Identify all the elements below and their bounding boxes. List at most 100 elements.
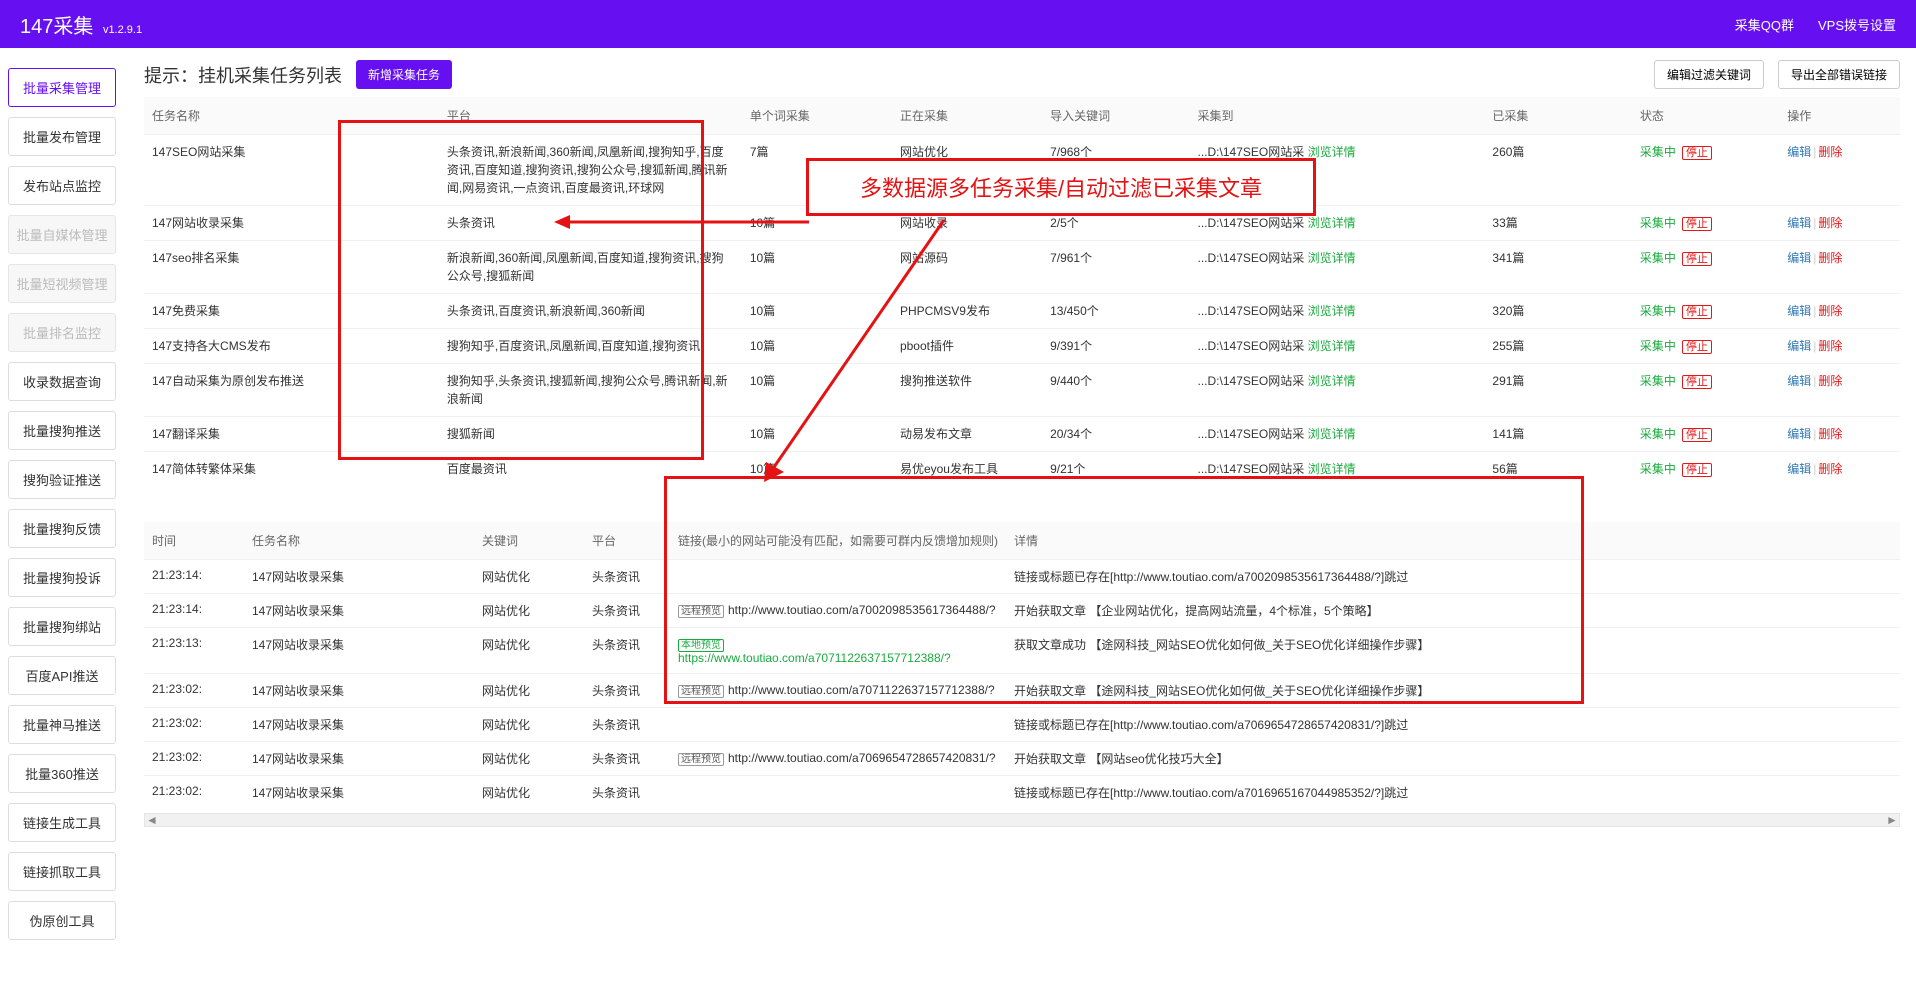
col-log-kw: 关键词 [474, 522, 584, 560]
scroll-left-icon[interactable]: ◄ [145, 814, 159, 826]
log-table: 时间 任务名称 关键词 平台 链接(最小的网站可能没有匹配，如需要可群内反馈增加… [144, 522, 1900, 809]
stop-button[interactable]: 停止 [1682, 217, 1712, 231]
cell-log-task: 147网站收录采集 [244, 594, 474, 628]
sidebar-item-7[interactable]: 批量搜狗推送 [8, 411, 116, 450]
new-task-button[interactable]: 新增采集任务 [356, 60, 452, 89]
remote-preview-tag[interactable]: 远程预览 [678, 605, 724, 618]
stop-button[interactable]: 停止 [1682, 146, 1712, 160]
log-url[interactable]: http://www.toutiao.com/a7002098535617364… [728, 603, 996, 617]
sidebar-item-8[interactable]: 搜狗验证推送 [8, 460, 116, 499]
sidebar-item-2[interactable]: 发布站点监控 [8, 166, 116, 205]
cell-task-name: 147翻译采集 [144, 417, 439, 452]
sidebar-item-12[interactable]: 百度API推送 [8, 656, 116, 695]
cell-op: 编辑|删除 [1779, 329, 1900, 364]
status-running-label: 采集中 [1640, 339, 1676, 353]
delete-link[interactable]: 删除 [1818, 374, 1842, 388]
export-error-links-button[interactable]: 导出全部错误链接 [1778, 60, 1900, 89]
cell-log-kw: 网站优化 [474, 742, 584, 776]
log-url[interactable]: http://www.toutiao.com/a7071122637157712… [728, 683, 995, 697]
sidebar-item-17[interactable]: 伪原创工具 [8, 901, 116, 940]
cell-op: 编辑|删除 [1779, 135, 1900, 206]
cell-op: 编辑|删除 [1779, 452, 1900, 487]
col-status: 状态 [1632, 97, 1779, 135]
link-vps-settings[interactable]: VPS拨号设置 [1818, 15, 1896, 34]
sidebar-item-15[interactable]: 链接生成工具 [8, 803, 116, 842]
status-running-label: 采集中 [1640, 251, 1676, 265]
top-bar: 147采集 v1.2.9.1 采集QQ群 VPS拨号设置 [0, 0, 1916, 48]
sidebar-item-0[interactable]: 批量采集管理 [8, 68, 116, 107]
stop-button[interactable]: 停止 [1682, 428, 1712, 442]
log-row: 21:23:02:147网站收录采集网站优化头条资讯链接或标题已存在[http:… [144, 708, 1900, 742]
delete-link[interactable]: 删除 [1818, 304, 1842, 318]
cell-save-to: ...D:\147SEO网站采 浏览详情 [1190, 241, 1485, 294]
col-log-task: 任务名称 [244, 522, 474, 560]
cell-log-link [670, 560, 1006, 594]
browse-detail-link[interactable]: 浏览详情 [1308, 145, 1356, 159]
scroll-right-icon[interactable]: ► [1885, 814, 1899, 826]
task-table: 任务名称 平台 单个词采集 正在采集 导入关键词 采集到 已采集 状态 操作 1… [144, 97, 1900, 486]
cell-op: 编辑|删除 [1779, 241, 1900, 294]
horizontal-scrollbar[interactable]: ◄ ► [144, 813, 1900, 827]
delete-link[interactable]: 删除 [1818, 462, 1842, 476]
browse-detail-link[interactable]: 浏览详情 [1308, 304, 1356, 318]
stop-button[interactable]: 停止 [1682, 340, 1712, 354]
delete-link[interactable]: 删除 [1818, 216, 1842, 230]
sidebar-item-1[interactable]: 批量发布管理 [8, 117, 116, 156]
delete-link[interactable]: 删除 [1818, 251, 1842, 265]
edit-link[interactable]: 编辑 [1787, 462, 1811, 476]
edit-link[interactable]: 编辑 [1787, 427, 1811, 441]
delete-link[interactable]: 删除 [1818, 145, 1842, 159]
stop-button[interactable]: 停止 [1682, 252, 1712, 266]
cell-collected: 255篇 [1484, 329, 1631, 364]
sidebar: 批量采集管理批量发布管理发布站点监控批量自媒体管理批量短视频管理批量排名监控收录… [0, 48, 124, 993]
edit-link[interactable]: 编辑 [1787, 216, 1811, 230]
col-task-name: 任务名称 [144, 97, 439, 135]
app-brand: 147采集 v1.2.9.1 [20, 10, 142, 39]
top-links: 采集QQ群 VPS拨号设置 [1735, 15, 1896, 34]
app-version: v1.2.9.1 [103, 24, 142, 36]
remote-preview-tag[interactable]: 远程预览 [678, 685, 724, 698]
sidebar-item-6[interactable]: 收录数据查询 [8, 362, 116, 401]
cell-op: 编辑|删除 [1779, 364, 1900, 417]
cell-collected: 260篇 [1484, 135, 1631, 206]
cell-log-detail: 开始获取文章 【网站seo优化技巧大全】 [1006, 742, 1900, 776]
main-content: 提示：挂机采集任务列表 新增采集任务 编辑过滤关键词 导出全部错误链接 任务名称… [124, 48, 1916, 993]
browse-detail-link[interactable]: 浏览详情 [1308, 462, 1356, 476]
col-import-kw: 导入关键词 [1042, 97, 1189, 135]
sidebar-item-11[interactable]: 批量搜狗绑站 [8, 607, 116, 646]
cell-log-link: 远程预览 http://www.toutiao.com/a707112263715… [670, 674, 1006, 708]
sidebar-item-9[interactable]: 批量搜狗反馈 [8, 509, 116, 548]
browse-detail-link[interactable]: 浏览详情 [1308, 251, 1356, 265]
browse-detail-link[interactable]: 浏览详情 [1308, 339, 1356, 353]
stop-button[interactable]: 停止 [1682, 305, 1712, 319]
edit-link[interactable]: 编辑 [1787, 304, 1811, 318]
sidebar-item-13[interactable]: 批量神马推送 [8, 705, 116, 744]
col-time: 时间 [144, 522, 244, 560]
sidebar-item-10[interactable]: 批量搜狗投诉 [8, 558, 116, 597]
stop-button[interactable]: 停止 [1682, 463, 1712, 477]
edit-link[interactable]: 编辑 [1787, 339, 1811, 353]
browse-detail-link[interactable]: 浏览详情 [1308, 216, 1356, 230]
remote-preview-tag[interactable]: 远程预览 [678, 753, 724, 766]
cell-task-name: 147网站收录采集 [144, 206, 439, 241]
cell-status: 采集中停止 [1632, 241, 1779, 294]
cell-log-link [670, 708, 1006, 742]
cell-single: 10篇 [742, 206, 892, 241]
edit-filter-keywords-button[interactable]: 编辑过滤关键词 [1654, 60, 1764, 89]
cell-collected: 291篇 [1484, 364, 1631, 417]
cell-platform: 搜狗知乎,头条资讯,搜狐新闻,搜狗公众号,腾讯新闻,新浪新闻 [439, 364, 742, 417]
edit-link[interactable]: 编辑 [1787, 251, 1811, 265]
sidebar-item-16[interactable]: 链接抓取工具 [8, 852, 116, 891]
stop-button[interactable]: 停止 [1682, 375, 1712, 389]
browse-detail-link[interactable]: 浏览详情 [1308, 374, 1356, 388]
task-row: 147SEO网站采集头条资讯,新浪新闻,360新闻,凤凰新闻,搜狗知乎,百度资讯… [144, 135, 1900, 206]
delete-link[interactable]: 删除 [1818, 339, 1842, 353]
edit-link[interactable]: 编辑 [1787, 145, 1811, 159]
browse-detail-link[interactable]: 浏览详情 [1308, 427, 1356, 441]
log-url[interactable]: http://www.toutiao.com/a7069654728657420… [728, 751, 996, 765]
sidebar-item-14[interactable]: 批量360推送 [8, 754, 116, 793]
edit-link[interactable]: 编辑 [1787, 374, 1811, 388]
log-url[interactable]: https://www.toutiao.com/a707112263715771… [678, 651, 951, 665]
delete-link[interactable]: 删除 [1818, 427, 1842, 441]
link-qq-group[interactable]: 采集QQ群 [1735, 15, 1794, 34]
